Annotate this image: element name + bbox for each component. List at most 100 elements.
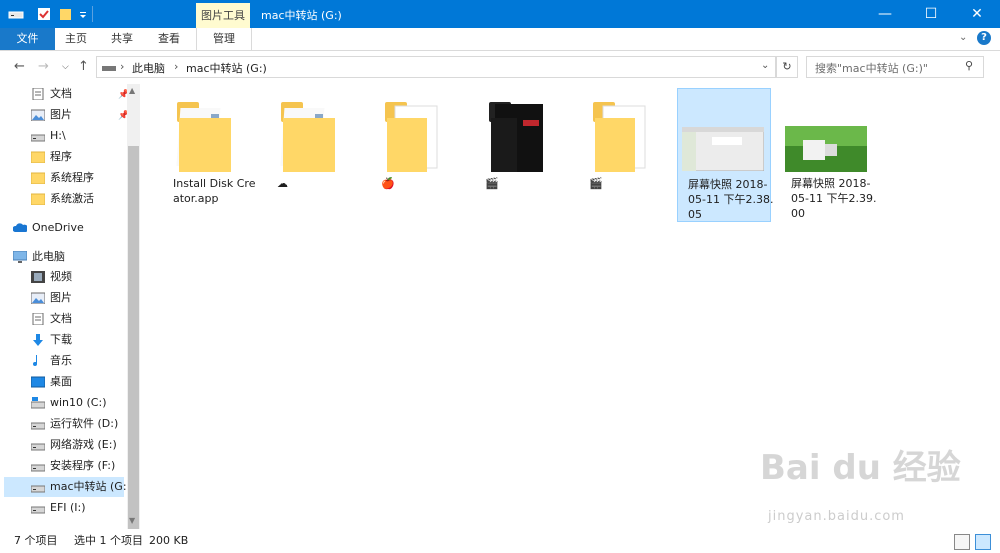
nav-item-label: 安装程序 (F:) [50, 459, 116, 472]
drive-icon [31, 506, 45, 514]
nav-item-label: 图片 [50, 291, 72, 304]
tab-home[interactable]: 主页 [55, 28, 97, 50]
nav-item[interactable]: 系统程序 [4, 168, 124, 188]
drive-icon [31, 422, 45, 430]
nav-item-label: win10 (C:) [50, 396, 107, 409]
selection-size: 200 KB [149, 534, 189, 547]
nav-item-label: 程序 [50, 150, 72, 163]
folder-icon [176, 102, 231, 172]
nav-item[interactable]: win10 (C:) [4, 393, 124, 413]
address-dropdown-icon[interactable]: ⌄ [761, 60, 769, 71]
nav-item[interactable]: 桌面 [4, 372, 124, 392]
file-item[interactable]: 屏幕快照 2018-05-11 下午2.38.05 [677, 88, 773, 222]
drive-icon[interactable] [8, 6, 24, 22]
folder-item[interactable]: ☁ [271, 88, 363, 218]
maximize-button[interactable]: ☐ [908, 0, 954, 28]
onedrive-icon [13, 223, 27, 232]
drive-icon [31, 485, 45, 493]
folder-icon [31, 193, 45, 205]
minimize-button[interactable]: — [862, 0, 908, 28]
ribbon-tabs: 文件 主页 共享 查看 管理 ⌄ ? [0, 28, 1000, 51]
scroll-thumb[interactable] [128, 146, 139, 538]
nav-item[interactable]: H:\ [4, 126, 124, 146]
search-input[interactable]: 搜索"mac中转站 (G:)" ⚲ [806, 56, 984, 78]
file-name: Install Disk Creator.app [173, 177, 256, 205]
nav-item[interactable]: 视频 [4, 267, 124, 287]
nav-item-label: OneDrive [32, 221, 84, 234]
folder-item[interactable]: Install Disk Creator.app [167, 88, 259, 218]
properties-icon[interactable] [36, 6, 52, 22]
scroll-up-icon[interactable]: ▲ [129, 86, 135, 95]
drive-icon [31, 134, 45, 142]
breadcrumb-this-pc[interactable]: 此电脑 [132, 60, 165, 76]
forward-arrow-icon[interactable]: → [38, 59, 49, 74]
up-arrow-icon[interactable]: ↑ [78, 59, 89, 74]
file-name: 🍎 [381, 177, 395, 190]
nav-item-label: 系统程序 [50, 171, 94, 184]
window-title: mac中转站 (G:) [261, 9, 342, 22]
status-bar: 7 个项目 选中 1 个项目 200 KB [0, 529, 1000, 553]
folder-item[interactable]: 🍎 [375, 88, 467, 218]
tab-file[interactable]: 文件 [0, 28, 55, 50]
nav-item[interactable]: 运行软件 (D:) [4, 414, 124, 434]
nav-item[interactable]: 下载 [4, 330, 124, 350]
nav-item[interactable]: EFI (I:) [4, 498, 124, 518]
nav-item[interactable]: 文档 [4, 309, 124, 329]
search-placeholder: 搜索"mac中转站 (G:)" [815, 62, 928, 75]
scroll-down-icon[interactable]: ▼ [129, 516, 135, 525]
file-name: 🎬 [589, 177, 603, 190]
drive-icon [31, 464, 45, 472]
new-folder-icon[interactable] [58, 6, 74, 22]
expand-ribbon-icon[interactable]: ⌄ [959, 32, 967, 43]
nav-item[interactable]: 程序 [4, 147, 124, 167]
nav-item[interactable]: 图片 📌 [4, 105, 129, 125]
tab-manage[interactable]: 管理 [196, 28, 252, 50]
nav-item[interactable]: 图片 [4, 288, 124, 308]
nav-item[interactable]: 系统激活 [4, 189, 124, 209]
close-button[interactable]: ✕ [954, 0, 1000, 28]
customize-toolbar-icon[interactable] [78, 6, 88, 22]
file-item[interactable]: 屏幕快照 2018-05-11 下午2.39.00 [781, 88, 876, 220]
nav-item[interactable]: OneDrive [0, 218, 106, 238]
nav-item-label: 桌面 [50, 375, 72, 388]
nav-item-label: mac中转站 (G:) [50, 480, 131, 493]
breadcrumb-separator: › [120, 60, 125, 73]
folder-item[interactable]: 🎬 [479, 88, 571, 218]
nav-item[interactable]: 网络游戏 (E:) [4, 435, 124, 455]
large-icons-view-icon[interactable] [975, 534, 991, 550]
nav-item-label: 下载 [50, 333, 72, 346]
folder-icon [31, 172, 45, 184]
computer-icon [13, 251, 27, 263]
search-icon[interactable]: ⚲ [965, 59, 973, 72]
refresh-button[interactable]: ↻ [776, 56, 798, 78]
nav-item[interactable]: 此电脑 [0, 247, 106, 267]
recent-locations-icon[interactable]: ⌵ [62, 62, 69, 72]
folder-icon [31, 151, 45, 163]
nav-scrollbar[interactable]: ▲ ▼ [127, 84, 140, 538]
nav-item[interactable]: 文档 📌 [4, 84, 129, 104]
nav-item[interactable]: 安装程序 (F:) [4, 456, 124, 476]
documents-icon [32, 313, 44, 325]
videos-icon [31, 271, 45, 283]
back-arrow-icon[interactable]: ← [14, 59, 25, 74]
nav-item-label: EFI (I:) [50, 501, 86, 514]
navigation-pane: 文档 📌 图片 📌 H:\ 程序系统程序系统激活 OneDrive 此电脑视频图片文档下载音乐… [0, 84, 140, 529]
nav-item-label: 文档 [50, 312, 72, 325]
breadcrumb-drive[interactable]: mac中转站 (G:) [186, 60, 267, 76]
details-view-icon[interactable] [954, 534, 970, 550]
folder-item[interactable]: 🎬 [583, 88, 675, 218]
picture-tools-context-tab[interactable]: 图片工具 [196, 3, 250, 28]
file-name: 屏幕快照 2018-05-11 下午2.39.00 [791, 177, 877, 220]
help-icon[interactable]: ? [977, 31, 991, 45]
address-bar[interactable]: › 此电脑 › mac中转站 (G:) ⌄ [96, 56, 776, 78]
drive-icon [31, 443, 45, 451]
nav-item[interactable]: 音乐 [4, 351, 124, 371]
nav-item-label: 运行软件 (D:) [50, 417, 119, 430]
tab-share[interactable]: 共享 [101, 28, 143, 50]
documents-icon [32, 88, 44, 100]
folder-icon [593, 102, 646, 172]
desktop-icon [31, 376, 45, 388]
nav-item[interactable]: mac中转站 (G:) [4, 477, 131, 497]
nav-item-label: 视频 [50, 270, 72, 283]
tab-view[interactable]: 查看 [148, 28, 190, 50]
